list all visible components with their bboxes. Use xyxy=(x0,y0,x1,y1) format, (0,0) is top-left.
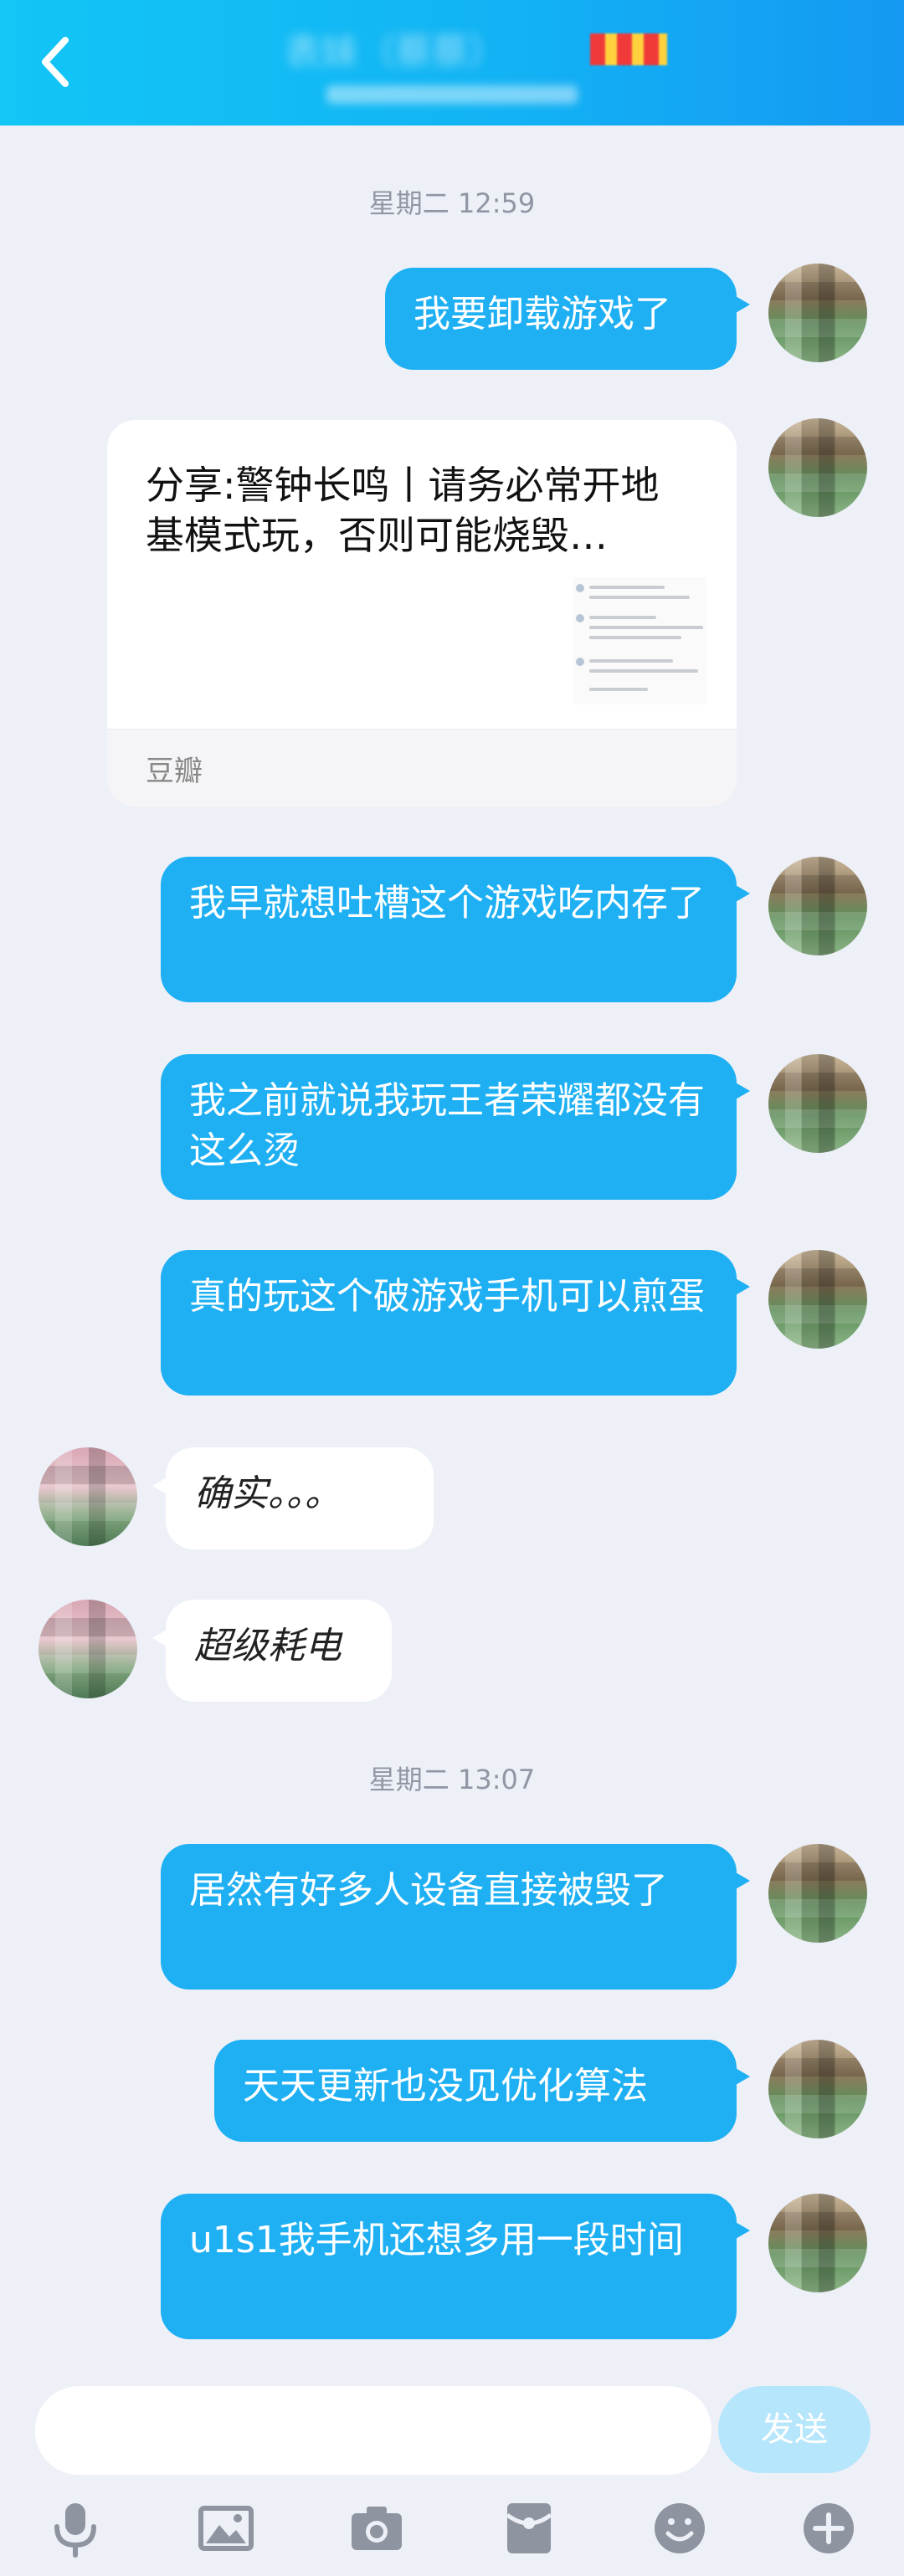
emoji-button[interactable] xyxy=(650,2498,710,2558)
avatar[interactable] xyxy=(39,1447,137,1546)
message-bubble-sent[interactable]: 居然有好多人设备直接被毁了 xyxy=(161,1844,750,1990)
avatar[interactable] xyxy=(768,1250,867,1349)
share-source: 豆瓣 xyxy=(146,755,203,788)
camera-icon xyxy=(352,2507,402,2550)
image-icon xyxy=(198,2506,254,2551)
timestamp: 星期二 12:59 xyxy=(368,187,536,219)
vip-badge xyxy=(590,33,667,65)
avatar[interactable] xyxy=(768,1054,867,1153)
chat-title-area[interactable]: 表妹（蔡蔡） xyxy=(268,18,703,110)
input-toolbar xyxy=(0,2491,904,2575)
red-packet-button[interactable] xyxy=(499,2498,559,2558)
camera-button[interactable] xyxy=(347,2498,407,2558)
avatar[interactable] xyxy=(768,2194,867,2292)
message-text: 超级耗电 xyxy=(194,1625,342,1667)
plus-icon xyxy=(804,2503,854,2553)
message-bubble-sent[interactable]: 我之前就说我玩王者荣耀都没有这么烫 xyxy=(161,1054,750,1200)
message-bubble-sent[interactable]: 真的玩这个破游戏手机可以煎蛋 xyxy=(161,1250,750,1396)
message-text: 我要卸载游戏了 xyxy=(413,293,671,335)
avatar[interactable] xyxy=(39,1600,137,1698)
chat-header: 表妹（蔡蔡） xyxy=(0,0,904,125)
avatar[interactable] xyxy=(768,1844,867,1943)
message-bubble-sent[interactable]: 天天更新也没见优化算法 xyxy=(214,2040,750,2142)
share-footer: 豆瓣 xyxy=(107,729,737,807)
red-packet-icon xyxy=(506,2503,552,2553)
message-text: 居然有好多人设备直接被毁了 xyxy=(189,1869,668,1912)
message-text: u1s1我手机还想多用一段时间 xyxy=(189,2219,684,2261)
message-text: 天天更新也没见优化算法 xyxy=(243,2065,648,2107)
avatar[interactable] xyxy=(768,418,867,517)
back-button[interactable] xyxy=(32,32,82,92)
timestamp: 星期二 13:07 xyxy=(368,1764,536,1795)
emoji-icon xyxy=(655,2503,705,2553)
microphone-icon xyxy=(54,2503,96,2558)
avatar[interactable] xyxy=(768,857,867,955)
send-button[interactable]: 发送 xyxy=(718,2386,871,2473)
message-bubble-sent[interactable]: 我早就想吐槽这个游戏吃内存了 xyxy=(161,857,750,1002)
chat-subtitle xyxy=(326,85,578,104)
share-thumbnail xyxy=(573,577,706,704)
message-text: 确实。。。 xyxy=(194,1472,342,1515)
photo-button[interactable] xyxy=(196,2498,256,2558)
message-bubble-received[interactable]: 确实。。。 xyxy=(152,1447,434,1549)
message-bubble-sent[interactable]: u1s1我手机还想多用一段时间 xyxy=(161,2194,750,2339)
voice-button[interactable] xyxy=(45,2498,105,2558)
message-input[interactable] xyxy=(35,2386,711,2475)
message-text: 我早就想吐槽这个游戏吃内存了 xyxy=(189,882,705,924)
avatar[interactable] xyxy=(768,264,867,362)
share-title: 分享:警钟长鸣丨请务必常开地基模式玩，否则可能烧毁… xyxy=(146,463,660,558)
share-card[interactable]: 分享:警钟长鸣丨请务必常开地基模式玩，否则可能烧毁… 豆瓣 xyxy=(107,420,737,807)
chevron-left-icon xyxy=(42,37,69,87)
message-bubble-sent[interactable]: 我要卸载游戏了 xyxy=(385,268,750,370)
avatar[interactable] xyxy=(768,2040,867,2138)
message-bubble-received[interactable]: 超级耗电 xyxy=(152,1600,392,1702)
message-text: 我之前就说我玩王者荣耀都没有这么烫 xyxy=(189,1079,705,1172)
chat-title: 表妹（蔡蔡） xyxy=(285,31,506,74)
more-button[interactable] xyxy=(799,2498,859,2558)
message-text: 真的玩这个破游戏手机可以煎蛋 xyxy=(189,1275,705,1318)
